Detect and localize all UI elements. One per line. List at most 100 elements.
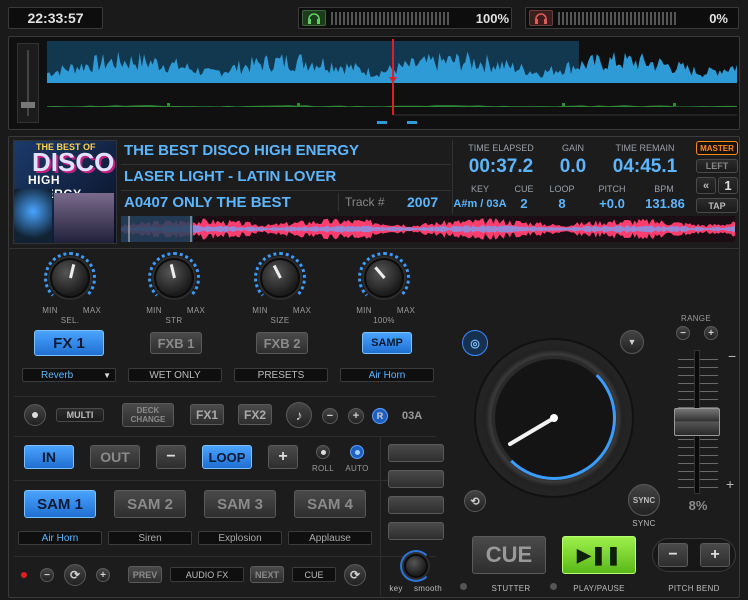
key-reset-button[interactable]: R	[372, 408, 388, 424]
knob-indicator	[374, 266, 386, 279]
key-value: A#m / 03A	[453, 198, 507, 210]
knob-name-label: STR	[165, 316, 183, 325]
loop-minus-button[interactable]: −	[156, 445, 186, 469]
smooth-label-text: smooth	[413, 584, 443, 593]
pitch-bend-label: PITCH BEND	[668, 584, 720, 593]
range-minus-button[interactable]: −	[676, 326, 690, 340]
range-plus-button[interactable]: +	[704, 326, 718, 340]
zoom-waveform[interactable]	[121, 216, 735, 242]
sampler-sound[interactable]: Siren	[108, 531, 192, 545]
fx-knob[interactable]	[50, 258, 90, 298]
time-elapsed: 00:37.2	[468, 156, 534, 177]
record-led	[21, 572, 27, 578]
pitch-slider-handle[interactable]	[674, 408, 720, 436]
fxb1-select[interactable]: WET ONLY	[128, 368, 222, 382]
hotcue-slot-3[interactable]	[388, 496, 444, 514]
knob-indicator	[272, 264, 282, 279]
key-label-text: key	[389, 584, 403, 593]
volume-meter-bars	[331, 12, 449, 25]
deck-number[interactable]: 1	[718, 177, 738, 194]
jog-mode-button[interactable]: ◎	[462, 330, 488, 356]
play-pause-icon: ▶❚❚	[576, 544, 621, 565]
deck-left-label: LEFT	[696, 159, 738, 173]
multi-button[interactable]: MULTI	[56, 408, 104, 422]
auto-label: AUTO	[345, 464, 369, 473]
stutter-led	[460, 583, 467, 590]
sampler-sound[interactable]: Explosion	[198, 531, 282, 545]
bottom-plus-button[interactable]: +	[96, 568, 110, 582]
loop-in-button[interactable]: IN	[24, 445, 74, 469]
sampler-button[interactable]: SAM 3	[204, 490, 276, 518]
sampler-button[interactable]: SAM 1	[24, 490, 96, 518]
sampler-sound[interactable]: Air Horn	[18, 531, 102, 545]
pitch-bend-minus[interactable]: −	[658, 543, 688, 567]
sync-button[interactable]: SYNC	[628, 484, 660, 516]
fxb2-select[interactable]: PRESETS	[234, 368, 328, 382]
fx-knob[interactable]	[260, 258, 300, 298]
knob-name-label: SEL.	[60, 316, 80, 325]
samp-button[interactable]: SAMP	[362, 332, 412, 354]
loop-out-button[interactable]: OUT	[90, 445, 140, 469]
loop-button[interactable]: LOOP	[202, 445, 252, 469]
sampler-button[interactable]: SAM 2	[114, 490, 186, 518]
right-volume-meter[interactable]: 0%	[525, 7, 739, 29]
music-note-icon[interactable]: ♪	[286, 402, 312, 428]
headphone-icon[interactable]	[302, 10, 326, 26]
sampler-sound[interactable]: Applause	[288, 531, 372, 545]
track-album: A0407 ONLY THE BEST	[124, 194, 291, 211]
zoom-slider[interactable]	[17, 43, 39, 123]
loop-plus-button[interactable]: +	[268, 445, 298, 469]
hotcue-slot-1[interactable]	[388, 444, 444, 462]
auto-toggle[interactable]	[350, 445, 364, 459]
range-label: RANGE	[681, 314, 711, 323]
gain-value[interactable]: 0.0	[548, 156, 598, 178]
fx-knob[interactable]	[154, 258, 194, 298]
headphone-icon[interactable]	[529, 10, 553, 26]
reverse-button[interactable]: ⟲	[464, 490, 486, 512]
tap-button[interactable]: TAP	[696, 198, 738, 213]
cue-label: CUE	[514, 184, 534, 194]
pitch-bend-plus[interactable]: +	[700, 543, 730, 567]
clock: 22:33:57	[27, 10, 84, 26]
cue-cycle-icon[interactable]: ⟳	[344, 564, 366, 586]
play-pause-button[interactable]: ▶❚❚	[562, 536, 636, 574]
roll-toggle[interactable]	[316, 445, 330, 459]
bottom-minus-button[interactable]: −	[40, 568, 54, 582]
key-minus-button[interactable]: −	[322, 408, 338, 424]
fx2-small-button[interactable]: FX2	[238, 404, 272, 425]
fx-knob[interactable]	[364, 258, 404, 298]
sync-label: SYNC	[632, 519, 656, 528]
multi-toggle[interactable]	[24, 404, 46, 426]
hotcue-slot-4[interactable]	[388, 522, 444, 540]
jog-menu-button[interactable]: ▼	[620, 330, 644, 354]
cue-button[interactable]: CUE	[472, 536, 546, 574]
left-volume-value: 100%	[475, 11, 509, 26]
knob-min-label: MIN	[42, 306, 58, 315]
master-button[interactable]: MASTER	[696, 141, 738, 155]
bpm-value: 131.86	[645, 196, 685, 211]
fx1-select[interactable]: Reverb ▼	[22, 368, 116, 382]
fx1-select-value: Reverb	[41, 369, 74, 381]
left-volume-meter[interactable]: 100%	[298, 7, 512, 29]
cue-select[interactable]: CUE	[292, 567, 336, 582]
fxb2-button[interactable]: FXB 2	[256, 332, 308, 354]
hotcue-slot-2[interactable]	[388, 470, 444, 488]
loop-cycle-icon[interactable]: ⟳	[64, 564, 86, 586]
sampler-button[interactable]: SAM 4	[294, 490, 366, 518]
prev-button[interactable]: PREV	[128, 566, 162, 583]
zoom-slider-handle[interactable]	[21, 102, 35, 108]
volume-meter-bars	[558, 12, 676, 25]
overview-waveform[interactable]	[47, 39, 737, 127]
fx1-small-button[interactable]: FX1	[190, 404, 224, 425]
fxb1-button[interactable]: FXB 1	[150, 332, 202, 354]
key-plus-button[interactable]: +	[348, 408, 364, 424]
next-button[interactable]: NEXT	[250, 566, 284, 583]
pitch-slider-minus: −	[728, 348, 737, 364]
samp-select[interactable]: Air Horn	[340, 368, 434, 382]
key-smooth-knob[interactable]	[404, 554, 428, 578]
knob-name-label: 100%	[373, 316, 395, 325]
key-label: KEY	[470, 184, 489, 194]
fx1-button[interactable]: FX 1	[34, 330, 104, 356]
rewind-icon[interactable]: «	[696, 177, 716, 194]
deck-change-button[interactable]: DECK CHANGE	[122, 403, 174, 427]
